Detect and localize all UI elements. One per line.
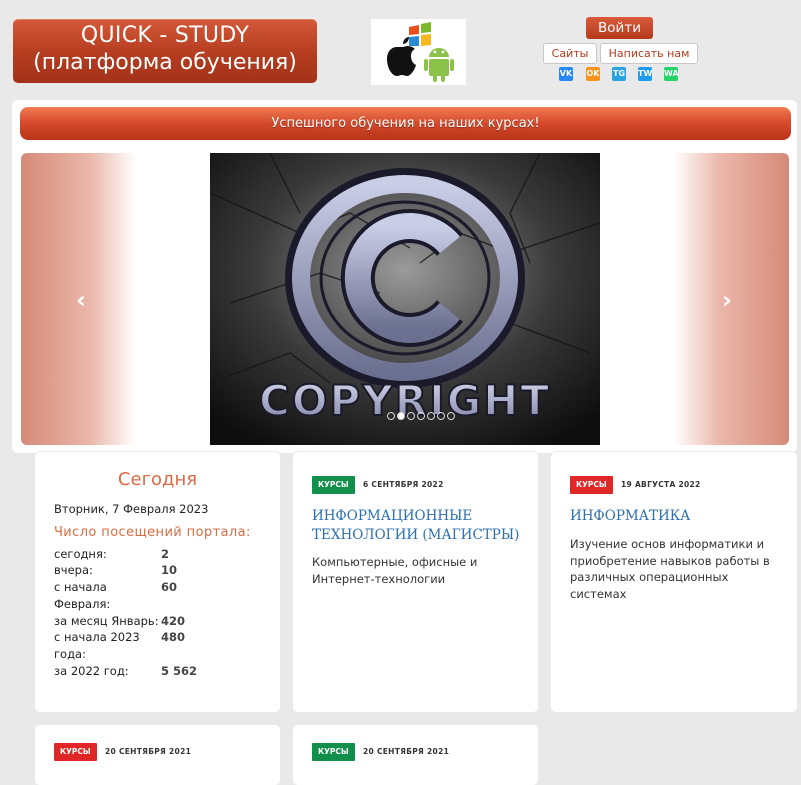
course-card[interactable]: КУРСЫ 20 СЕНТЯБРЯ 2021 xyxy=(293,725,538,785)
whatsapp-icon[interactable]: WA xyxy=(664,67,679,81)
sites-button[interactable]: Сайты xyxy=(543,43,597,64)
course-date: 20 СЕНТЯБРЯ 2021 xyxy=(363,747,450,756)
welcome-banner: Успешного обучения на наших курсах! xyxy=(20,107,791,140)
stats-label: с начала Февраля: xyxy=(54,580,111,611)
course-description: Изучение основ информатики и приобретени… xyxy=(570,537,770,601)
android-icon xyxy=(424,48,454,82)
course-title-link[interactable]: Информационные технологии (магистры) xyxy=(312,507,522,545)
stats-value: 2 xyxy=(161,547,170,561)
visit-stats-card: Сегодня Вторник, 7 Февраля 2023 Число по… xyxy=(35,452,280,712)
carousel-dot[interactable] xyxy=(427,412,435,420)
course-title-link[interactable]: Информатика xyxy=(570,507,790,526)
stats-label: с начала 2023 года: xyxy=(54,630,140,661)
stats-value: 480 xyxy=(161,630,186,644)
carousel-dot-active[interactable] xyxy=(397,412,405,420)
image-carousel: COPYRIGHT ‹ › xyxy=(21,153,789,445)
telegram-icon[interactable]: TG xyxy=(612,67,626,81)
site-title: QUICK - STUDY xyxy=(80,23,250,48)
slide-text: COPYRIGHT xyxy=(259,376,551,425)
course-card[interactable]: КУРСЫ 20 СЕНТЯБРЯ 2021 xyxy=(35,725,280,785)
site-logo[interactable]: QUICK - STUDY (платформа обучения) xyxy=(13,19,317,83)
carousel-dot[interactable] xyxy=(437,412,445,420)
course-date: 20 СЕНТЯБРЯ 2021 xyxy=(105,747,192,756)
stats-value: 5 562 xyxy=(161,664,198,678)
stats-title: Сегодня xyxy=(117,469,198,490)
stats-label: вчера: xyxy=(54,563,93,577)
course-badge[interactable]: КУРСЫ xyxy=(312,476,355,494)
carousel-dot[interactable] xyxy=(407,412,415,420)
stats-subtitle: Число посещений портала: xyxy=(54,525,251,540)
write-to-us-button[interactable]: Написать нам xyxy=(600,43,698,64)
login-button[interactable]: Войти xyxy=(586,17,653,39)
os-logos-image xyxy=(371,19,466,85)
chevron-right-icon[interactable]: › xyxy=(717,288,737,312)
stats-label: за 2022 год: xyxy=(54,664,129,678)
stats-value: 420 xyxy=(161,614,186,628)
current-date: Вторник, 7 Февраля 2023 xyxy=(54,502,209,516)
chevron-left-icon[interactable]: ‹ xyxy=(71,288,91,312)
stats-label: сегодня: xyxy=(54,547,107,561)
windows-icon xyxy=(409,22,431,46)
twitter-icon[interactable]: TW xyxy=(638,67,652,81)
stats-value: 10 xyxy=(161,563,178,577)
carousel-dot[interactable] xyxy=(447,412,455,420)
copyright-slide-image: COPYRIGHT xyxy=(209,153,601,445)
course-badge[interactable]: КУРСЫ xyxy=(54,743,97,761)
site-subtitle: (платформа обучения) xyxy=(33,50,297,75)
carousel-dot[interactable] xyxy=(387,412,395,420)
course-card[interactable]: КУРСЫ 6 СЕНТЯБРЯ 2022 Информационные тех… xyxy=(293,452,538,712)
ok-icon[interactable]: OK xyxy=(586,67,600,81)
course-badge[interactable]: КУРСЫ xyxy=(312,743,355,761)
course-description: Компьютерные, офисные и Интернет-техноло… xyxy=(312,555,478,586)
stats-label: за месяц Январь: xyxy=(54,614,159,628)
course-card[interactable]: КУРСЫ 19 АВГУСТА 2022 Информатика Изучен… xyxy=(551,452,797,712)
course-badge[interactable]: КУРСЫ xyxy=(570,476,613,494)
course-date: 6 СЕНТЯБРЯ 2022 xyxy=(363,480,444,489)
vk-icon[interactable]: VK xyxy=(559,67,573,81)
carousel-dot[interactable] xyxy=(417,412,425,420)
stats-value: 60 xyxy=(161,580,178,594)
course-date: 19 АВГУСТА 2022 xyxy=(621,480,701,489)
